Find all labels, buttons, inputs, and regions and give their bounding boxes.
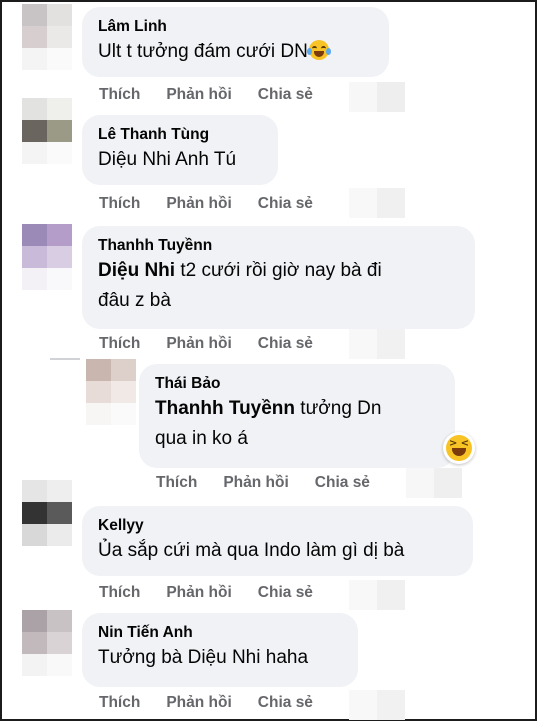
comment-actions: Thích Phản hồi Chia sẻ xyxy=(99,86,313,104)
pixelated-area xyxy=(349,329,405,359)
comment-text: Thanhh Tuyềnn tưởng Dn xyxy=(155,398,382,419)
avatar[interactable] xyxy=(22,610,72,676)
comment-bubble: Kellyy Ủa sắp cứi mà qua Indo làm gì dị … xyxy=(82,506,473,576)
comment-author[interactable]: Lâm Linh xyxy=(98,17,373,37)
comment-author[interactable]: Thanhh Tuyềnn xyxy=(98,236,459,256)
comments-screenshot-frame: Lâm Linh Ult t tưởng đám cưới DN Thích P… xyxy=(0,0,537,721)
comment-author[interactable]: Thái Bảo xyxy=(155,374,439,394)
pixelated-area xyxy=(406,468,462,498)
reply-link[interactable]: Phản hồi xyxy=(166,195,231,213)
comment-actions: Thích Phản hồi Chia sẻ xyxy=(99,335,313,353)
share-link[interactable]: Chia sẻ xyxy=(258,86,313,104)
face-with-tears-of-joy-emoji xyxy=(306,40,331,60)
reply-bubble: Thái Bảo Thanhh Tuyềnn tưởng Dn qua in k… xyxy=(139,364,455,468)
like-link[interactable]: Thích xyxy=(99,195,140,213)
laughing-squinting-face-emoji[interactable] xyxy=(443,432,475,464)
comment-author[interactable]: Lê Thanh Tùng xyxy=(98,125,262,145)
comment-text: Diệu Nhi t2 cưới rồi giờ nay bà đi xyxy=(98,260,382,281)
comment-text-line: qua in ko á xyxy=(155,428,248,449)
comment-author[interactable]: Kellyy xyxy=(98,516,457,536)
comment-bubble: Nin Tiến Anh Tưởng bà Diệu Nhi haha xyxy=(82,613,358,687)
comment-text: Ủa sắp cứi mà qua Indo làm gì dị bà xyxy=(98,540,405,561)
avatar[interactable] xyxy=(22,224,72,290)
avatar[interactable] xyxy=(22,4,72,70)
comment-actions: Thích Phản hồi Chia sẻ xyxy=(99,584,313,602)
mention-link[interactable]: Thanhh Tuyềnn xyxy=(155,398,295,419)
comment-text: Tưởng bà Diệu Nhi haha xyxy=(98,647,309,668)
comment-text: Diệu Nhi Anh Tú xyxy=(98,149,237,170)
comment-author[interactable]: Nin Tiến Anh xyxy=(98,623,342,643)
avatar[interactable] xyxy=(86,359,136,425)
like-link[interactable]: Thích xyxy=(99,335,140,353)
like-link[interactable]: Thích xyxy=(99,584,140,602)
like-link[interactable]: Thích xyxy=(99,86,140,104)
pixelated-area xyxy=(349,690,405,720)
reply-link[interactable]: Phản hồi xyxy=(166,335,231,353)
mention-link[interactable]: Diệu Nhi xyxy=(98,260,175,281)
share-link[interactable]: Chia sẻ xyxy=(258,335,313,353)
comment-bubble: Lê Thanh Tùng Diệu Nhi Anh Tú xyxy=(82,115,278,185)
pixelated-area xyxy=(349,82,405,112)
like-link[interactable]: Thích xyxy=(156,474,197,492)
comment-actions: Thích Phản hồi Chia sẻ xyxy=(99,195,313,213)
pixelated-area xyxy=(349,580,405,610)
avatar[interactable] xyxy=(22,480,72,546)
avatar[interactable] xyxy=(22,98,72,164)
share-link[interactable]: Chia sẻ xyxy=(258,584,313,602)
share-link[interactable]: Chia sẻ xyxy=(315,474,370,492)
reply-thread-line xyxy=(50,358,80,378)
share-link[interactable]: Chia sẻ xyxy=(258,694,313,712)
comment-bubble: Thanhh Tuyềnn Diệu Nhi t2 cưới rồi giờ n… xyxy=(82,226,475,329)
like-link[interactable]: Thích xyxy=(99,694,140,712)
comment-actions: Thích Phản hồi Chia sẻ xyxy=(156,474,370,492)
reply-link[interactable]: Phản hồi xyxy=(166,694,231,712)
comment-bubble: Lâm Linh Ult t tưởng đám cưới DN xyxy=(82,7,389,77)
comment-text: Ult t tưởng đám cưới DN xyxy=(98,37,373,67)
share-link[interactable]: Chia sẻ xyxy=(258,195,313,213)
reply-link[interactable]: Phản hồi xyxy=(166,86,231,104)
comment-text-line: đâu z bà xyxy=(98,290,171,311)
comment-actions: Thích Phản hồi Chia sẻ xyxy=(99,694,313,712)
reply-link[interactable]: Phản hồi xyxy=(223,474,288,492)
pixelated-area xyxy=(349,188,405,218)
reply-link[interactable]: Phản hồi xyxy=(166,584,231,602)
